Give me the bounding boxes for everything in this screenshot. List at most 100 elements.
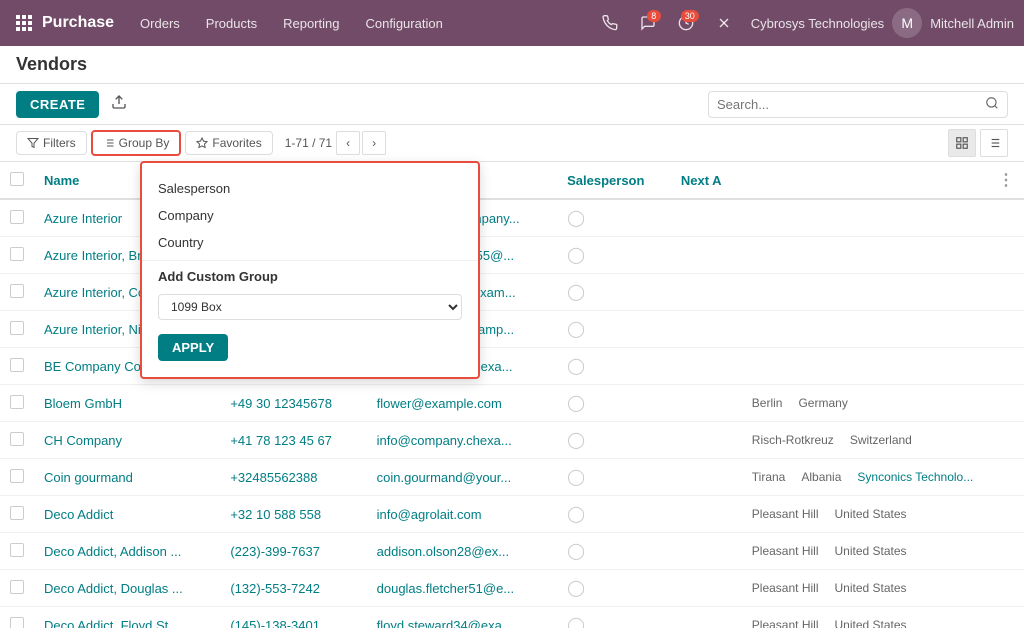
row-email: floyd.steward34@exa... [367,607,558,628]
row-name[interactable]: Deco Addict, Addison ... [34,533,220,570]
app-brand[interactable]: Purchase [42,14,114,32]
kanban-view-button[interactable] [948,129,976,157]
activity-icon[interactable]: 30 [671,8,701,38]
clock-icon: ◯ [567,321,585,338]
row-checkbox-cell[interactable] [0,422,34,459]
clock-icon: ◯ [567,506,585,523]
avatar[interactable]: M [892,8,922,38]
row-checkbox-cell[interactable] [0,348,34,385]
col-salesperson: Salesperson [557,162,671,199]
column-more-icon[interactable]: ⋮ [998,172,1014,189]
chat-icon[interactable]: 8 [633,8,663,38]
table-row: Deco Addict, Floyd St... (145)-138-3401 … [0,607,1024,628]
create-button[interactable]: CREATE [16,91,99,118]
row-email: addison.olson28@ex... [367,533,558,570]
nav-products[interactable]: Products [194,10,269,37]
favorites-label: Favorites [212,136,261,150]
row-checkbox-cell[interactable] [0,570,34,607]
row-checkbox-cell[interactable] [0,311,34,348]
select-all-checkbox[interactable] [10,172,24,186]
row-salesperson: ◯ [557,385,671,422]
phone-icon[interactable] [595,8,625,38]
custom-group-section: Add Custom Group 1099 Box APPLY [142,261,478,361]
table-row: CH Company +41 78 123 45 67 info@company… [0,422,1024,459]
row-checkbox[interactable] [10,395,24,409]
row-checkbox[interactable] [10,580,24,594]
groupby-company[interactable]: Company [142,202,478,229]
groupby-salesperson[interactable]: Salesperson [142,175,478,202]
row-name[interactable]: Bloem GmbH [34,385,220,422]
row-extra [742,311,1024,348]
row-checkbox-cell[interactable] [0,385,34,422]
nav-orders[interactable]: Orders [128,10,192,37]
table-row: Deco Addict, Douglas ... (132)-553-7242 … [0,570,1024,607]
list-view-button[interactable] [980,129,1008,157]
next-page-button[interactable]: › [362,131,386,155]
row-checkbox[interactable] [10,358,24,372]
row-nexta [671,385,742,422]
nav-reporting[interactable]: Reporting [271,10,351,37]
filter-bar: Filters Group By Favorites 1-71 / 71 ‹ › [0,125,1024,162]
row-checkbox-cell[interactable] [0,533,34,570]
row-checkbox-cell[interactable] [0,459,34,496]
row-name[interactable]: CH Company [34,422,220,459]
row-checkbox[interactable] [10,432,24,446]
activity-badge: 30 [681,10,699,22]
row-extra [742,237,1024,274]
row-salesperson: ◯ [557,570,671,607]
row-extra: TiranaAlbaniaSynconics Technolo... [742,459,1024,496]
username[interactable]: Mitchell Admin [930,16,1014,31]
row-email: info@company.chexa... [367,422,558,459]
row-salesperson: ◯ [557,311,671,348]
row-email: flower@example.com [367,385,558,422]
row-name[interactable]: Coin gourmand [34,459,220,496]
custom-group-select[interactable]: 1099 Box [158,294,462,320]
prev-page-button[interactable]: ‹ [336,131,360,155]
row-checkbox[interactable] [10,210,24,224]
row-checkbox-cell[interactable] [0,237,34,274]
row-checkbox[interactable] [10,284,24,298]
row-salesperson: ◯ [557,237,671,274]
top-nav-menu: Orders Products Reporting Configuration [128,10,591,37]
search-input[interactable] [717,97,985,112]
apps-grid-icon[interactable] [10,9,38,37]
row-checkbox[interactable] [10,506,24,520]
favorites-button[interactable]: Favorites [185,131,272,155]
clock-icon: ◯ [567,395,585,412]
row-extra: Pleasant HillUnited States [742,533,1024,570]
row-name[interactable]: Deco Addict, Floyd St... [34,607,220,628]
row-checkbox[interactable] [10,469,24,483]
row-checkbox[interactable] [10,321,24,335]
groupby-country[interactable]: Country [142,229,478,256]
filters-button[interactable]: Filters [16,131,87,155]
pagination-arrows: ‹ › [336,131,386,155]
select-all-header[interactable] [0,162,34,199]
search-icon[interactable] [985,96,999,113]
row-checkbox-cell[interactable] [0,199,34,237]
row-name[interactable]: Deco Addict, Douglas ... [34,570,220,607]
row-salesperson: ◯ [557,422,671,459]
upload-icon[interactable] [107,90,131,118]
row-checkbox-cell[interactable] [0,607,34,628]
page-title: Vendors [16,54,87,75]
col-more[interactable]: ⋮ [742,162,1024,199]
apply-button[interactable]: APPLY [158,334,228,361]
groupby-button[interactable]: Group By [91,130,182,156]
row-checkbox[interactable] [10,543,24,557]
row-checkbox[interactable] [10,617,24,628]
clock-icon: ◯ [567,543,585,560]
row-checkbox-cell[interactable] [0,496,34,533]
row-checkbox-cell[interactable] [0,274,34,311]
nav-configuration[interactable]: Configuration [353,10,454,37]
groupby-options: Salesperson Company Country [142,171,478,261]
row-checkbox[interactable] [10,247,24,261]
row-extra: Pleasant HillUnited States [742,570,1024,607]
row-name[interactable]: Deco Addict [34,496,220,533]
row-extra: Pleasant HillUnited States [742,496,1024,533]
record-count: 1-71 / 71 [285,136,332,150]
close-icon[interactable] [709,8,739,38]
search-bar[interactable] [708,91,1008,118]
clock-icon: ◯ [567,358,585,375]
row-nexta [671,199,742,237]
row-nexta [671,496,742,533]
